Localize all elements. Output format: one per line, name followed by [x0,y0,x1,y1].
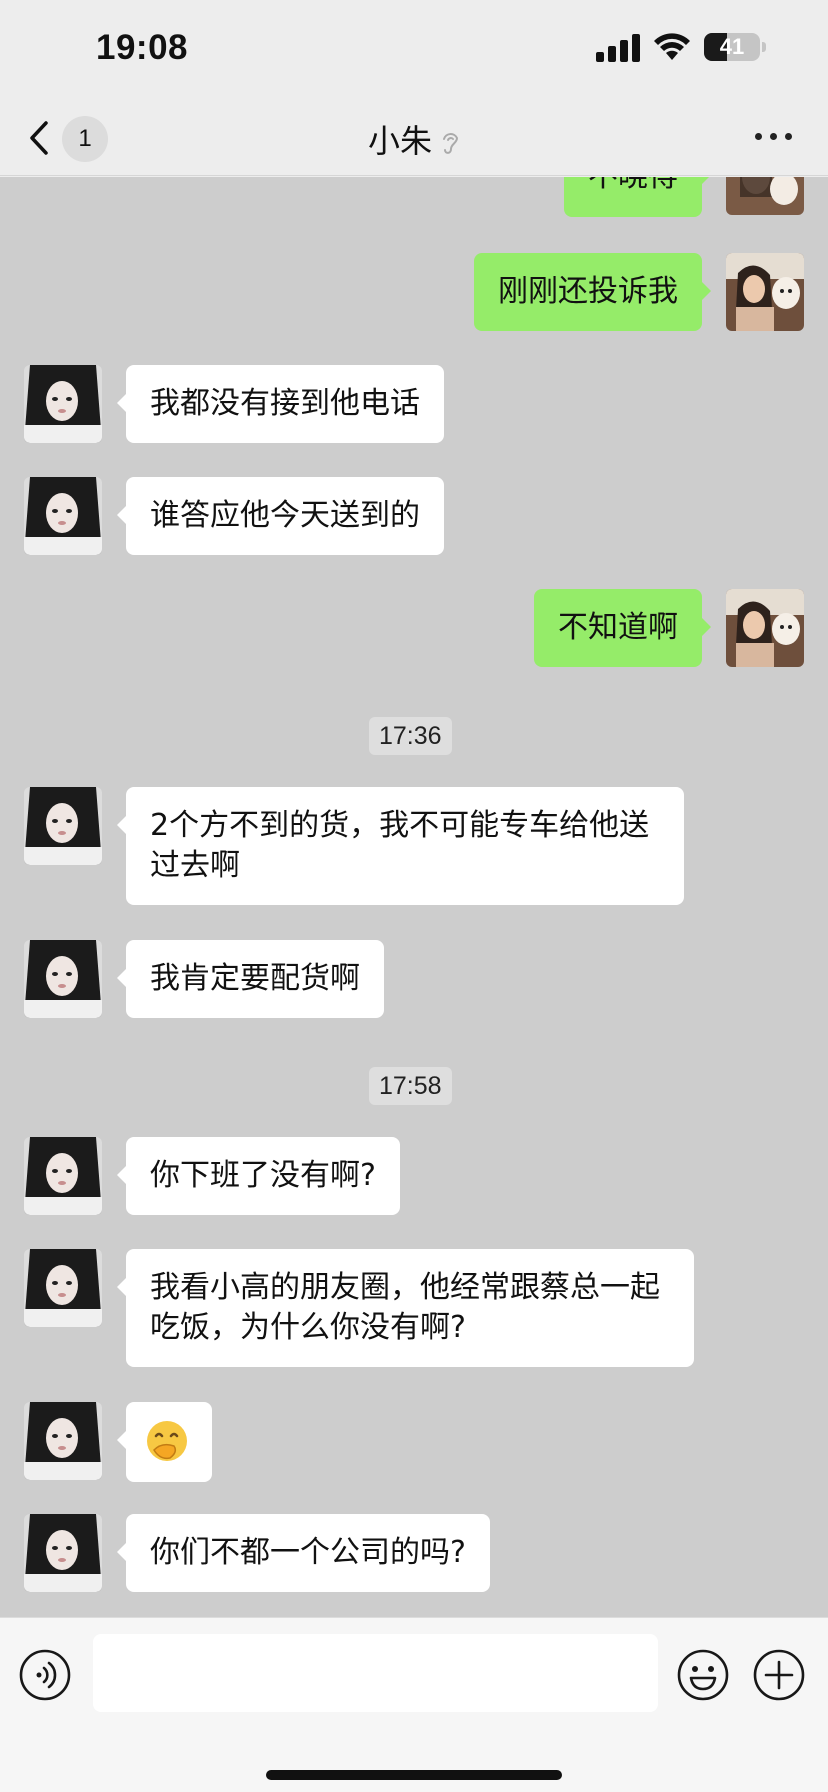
my-avatar[interactable] [726,253,804,331]
my-avatar[interactable] [726,589,804,667]
status-bar: 19:08 41 [0,0,828,100]
smiley-icon [677,1649,729,1701]
message-row: 谁答应他今天送到的 [0,477,828,557]
battery-icon: 41 [704,33,766,61]
voice-icon [19,1649,71,1701]
chat-header: 1 小朱 [0,100,828,176]
chat-title-container: 小朱 [0,116,828,162]
chat-title[interactable]: 小朱 [368,122,432,160]
wifi-icon [654,33,690,60]
message-row: 你们不都一个公司的吗? [0,1514,828,1594]
message-row: 我看小高的朋友圈，他经常跟蔡总一起吃饭，为什么你没有啊? [0,1249,828,1369]
message-text: 刚刚还投诉我 [498,274,678,309]
message-bubble[interactable]: 你下班了没有啊? [117,1137,400,1215]
message-text: 你下班了没有啊? [150,1158,376,1193]
message-text: 不知道啊 [558,610,678,645]
home-indicator[interactable] [266,1770,562,1780]
message-bubble[interactable]: 不知道啊 [534,589,711,667]
message-text: 我看小高的朋友圈，他经常跟蔡总一起吃饭，为什么你没有啊? [150,1270,660,1345]
battery-level: 41 [719,34,745,59]
message-bubble[interactable] [117,1402,212,1482]
message-row: 我肯定要配货啊 [0,940,828,1020]
message-bubble[interactable]: 我看小高的朋友圈，他经常跟蔡总一起吃饭，为什么你没有啊? [117,1249,694,1367]
emoji-button[interactable] [676,1648,730,1706]
status-time: 19:08 [96,28,189,67]
contact-avatar[interactable] [24,1249,102,1327]
message-row: 不知道啊 [0,589,828,669]
contact-avatar[interactable] [24,940,102,1018]
message-text: 2个方不到的货，我不可能专车给他送过去啊 [150,808,650,883]
contact-avatar[interactable] [24,1137,102,1215]
message-row: 不晓得 [0,177,828,217]
message-bubble[interactable]: 我肯定要配货啊 [117,940,384,1018]
hand-over-mouth-emoji-icon [147,1421,187,1461]
message-text: 我肯定要配货啊 [150,961,360,996]
chat-input-bar [0,1617,828,1792]
chat-message-list[interactable]: 不晓得 刚刚还投诉我 [0,177,828,1617]
message-bubble[interactable]: 谁答应他今天送到的 [117,477,444,555]
plus-circle-icon [753,1649,805,1701]
message-row [0,1402,828,1482]
message-row: 我都没有接到他电话 [0,365,828,445]
message-bubble[interactable]: 刚刚还投诉我 [474,253,711,331]
voice-input-button[interactable] [18,1648,72,1706]
message-bubble[interactable]: 2个方不到的货，我不可能专车给他送过去啊 [117,787,684,905]
timestamp-label: 17:58 [369,1067,452,1105]
message-text: 我都没有接到他电话 [150,386,420,421]
more-options-button[interactable] [752,122,796,152]
message-text: 不晓得 [588,177,678,194]
contact-avatar[interactable] [24,477,102,555]
message-bubble[interactable]: 你们不都一个公司的吗? [117,1514,490,1592]
contact-avatar[interactable] [24,1514,102,1592]
contact-avatar[interactable] [24,1402,102,1480]
timestamp-label: 17:36 [369,717,452,755]
contact-avatar[interactable] [24,787,102,865]
ear-icon [443,133,459,154]
message-row: 2个方不到的货，我不可能专车给他送过去啊 [0,787,828,907]
message-input[interactable] [93,1634,658,1712]
message-text: 谁答应他今天送到的 [150,498,420,533]
message-bubble[interactable]: 我都没有接到他电话 [117,365,444,443]
message-bubble[interactable]: 不晓得 [564,177,711,217]
more-functions-button[interactable] [752,1648,806,1706]
message-row: 你下班了没有啊? [0,1137,828,1217]
contact-avatar[interactable] [24,365,102,443]
my-avatar[interactable] [726,177,804,215]
message-text: 你们不都一个公司的吗? [150,1535,466,1570]
cellular-signal-icon [596,34,640,62]
message-row: 刚刚还投诉我 [0,253,828,333]
